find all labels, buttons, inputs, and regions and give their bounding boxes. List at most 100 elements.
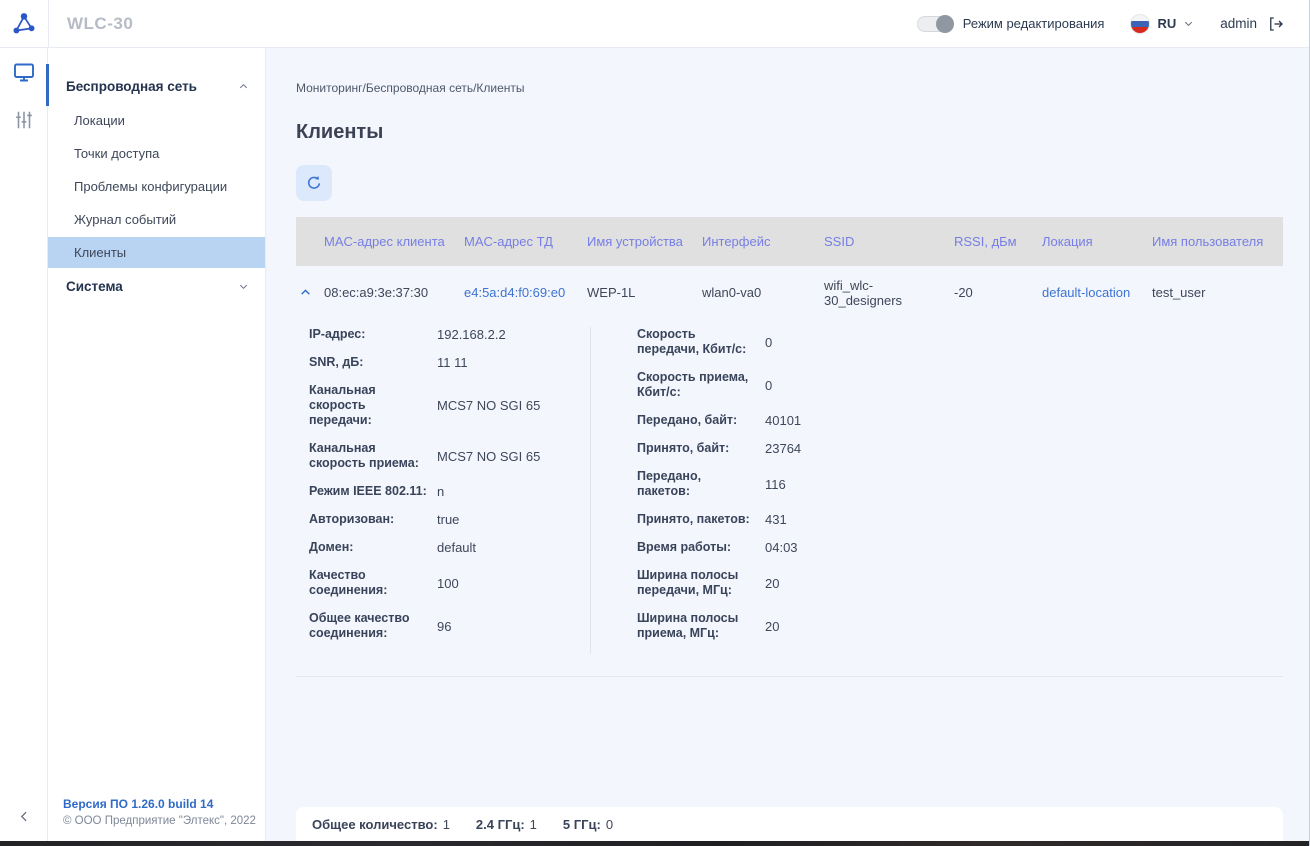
- edit-mode-toggle[interactable]: [917, 16, 953, 32]
- chevron-left-icon: [18, 810, 31, 823]
- app-logo[interactable]: [0, 0, 49, 48]
- section-label: Система: [66, 279, 123, 294]
- summary-5ghz: 5 ГГц: 0: [563, 817, 613, 832]
- detail-label: Ширина полосы приема, МГц:: [637, 611, 755, 641]
- sidebar-item-event-log[interactable]: Журнал событий: [48, 204, 265, 235]
- sidebar-item-access-points[interactable]: Точки доступа: [48, 138, 265, 169]
- cell-interface: wlan0-va0: [702, 285, 824, 300]
- col-username[interactable]: Имя пользователя: [1152, 227, 1283, 256]
- cell-location-link[interactable]: default-location: [1042, 285, 1152, 300]
- detail-ieee-mode: Режим IEEE 802.11:n: [309, 484, 590, 499]
- detail-value: 04:03: [765, 540, 798, 555]
- collapse-row-button[interactable]: [296, 286, 324, 299]
- detail-uptime: Время работы: 04:03: [637, 540, 1283, 555]
- summary-value: 1: [530, 817, 537, 832]
- detail-rx-bandwidth: Ширина полосы приема, МГц: 20: [637, 611, 1283, 641]
- detail-label: Домен:: [309, 540, 427, 555]
- client-table-row[interactable]: 08:ec:a9:3e:37:30 e4:5a:d4:f0:69:e0 WEP-…: [296, 266, 1283, 319]
- detail-ip: IP-адрес:192.168.2.2: [309, 327, 590, 342]
- edit-mode-label: Режим редактирования: [963, 16, 1105, 31]
- summary-2-4ghz: 2.4 ГГц: 1: [476, 817, 537, 832]
- app-title: WLC-30: [67, 14, 133, 34]
- sidebar-item-config-problems[interactable]: Проблемы конфигурации: [48, 171, 265, 202]
- detail-tx-bandwidth: Ширина полосы передачи, МГц: 20: [637, 568, 1283, 598]
- cell-client-mac: 08:ec:a9:3e:37:30: [324, 285, 464, 300]
- firmware-version-link[interactable]: Версия ПО 1.26.0 build 14: [63, 797, 256, 811]
- clients-summary-bar: Общее количество: 1 2.4 ГГц: 1 5 ГГц: 0: [296, 807, 1283, 841]
- language-code: RU: [1157, 16, 1176, 31]
- col-interface[interactable]: Интерфейс: [702, 227, 824, 256]
- chevron-up-icon: [238, 81, 249, 92]
- sidebar-footer: Версия ПО 1.26.0 build 14 © ООО Предприя…: [63, 797, 256, 827]
- breadcrumb: Мониторинг/Беспроводная сеть/Клиенты: [296, 81, 1283, 95]
- detail-label: Принято, байт:: [637, 441, 755, 456]
- detail-value: 40101: [765, 413, 801, 428]
- detail-label: Передано, пакетов:: [637, 469, 755, 499]
- detail-rx-channel-rate: Канальная скорость приема: MCS7 NO SGI 65: [309, 441, 590, 471]
- detail-authorized: Авторизован: true: [309, 512, 590, 527]
- language-selector[interactable]: RU: [1130, 14, 1194, 34]
- detail-link-quality: Качество соединения:100: [309, 568, 590, 598]
- detail-label: Ширина полосы передачи, МГц:: [637, 568, 755, 598]
- wlc-30-app: { "app": { "title": "WLC-30" }, "topbar"…: [0, 0, 1310, 846]
- detail-value: default: [437, 540, 476, 555]
- col-rssi[interactable]: RSSI, дБм: [954, 227, 1042, 256]
- section-label: Беспроводная сеть: [66, 79, 197, 94]
- sidebar-item-locations[interactable]: Локации: [48, 105, 265, 136]
- col-client-mac[interactable]: MAC-адрес клиента: [324, 227, 464, 256]
- detail-value: 20: [765, 619, 779, 634]
- detail-value: 20: [765, 576, 779, 591]
- detail-label: Качество соединения:: [309, 568, 427, 598]
- refresh-button[interactable]: [296, 165, 332, 201]
- detail-value: 431: [765, 512, 787, 527]
- settings-rail-item[interactable]: [0, 96, 48, 144]
- sidebar-section-wireless[interactable]: Беспроводная сеть: [48, 70, 265, 103]
- detail-tx-packets: Передано, пакетов: 116: [637, 469, 1283, 499]
- sliders-icon: [13, 109, 35, 131]
- summary-total: Общее количество: 1: [312, 817, 450, 832]
- logout-icon[interactable]: [1267, 15, 1285, 33]
- detail-value: 116: [765, 477, 786, 492]
- sidebar-item-clients[interactable]: Клиенты: [48, 237, 265, 268]
- detail-value: MCS7 NO SGI 65: [437, 398, 540, 413]
- topbar-actions: Режим редактирования RU admin: [917, 14, 1309, 34]
- detail-value: 11 11: [437, 355, 468, 370]
- cell-rssi: -20: [954, 285, 1042, 300]
- toggle-knob: [936, 15, 954, 33]
- detail-value: 0: [765, 378, 772, 393]
- clients-table-header: MAC-адрес клиента MAC-адрес ТД Имя устро…: [296, 217, 1283, 266]
- col-location[interactable]: Локация: [1042, 227, 1152, 256]
- detail-rx-rate: Скорость приема, Кбит/с: 0: [637, 370, 1283, 400]
- detail-tx-rate: Скорость передачи, Кбит/с:0: [637, 327, 1283, 357]
- edit-mode-toggle-group[interactable]: Режим редактирования: [917, 16, 1105, 32]
- detail-tx-channel-rate: Канальная скорость передачи: MCS7 NO SGI …: [309, 383, 590, 428]
- content-row: Беспроводная сеть Локации Точки доступа …: [0, 48, 1309, 841]
- chevron-down-icon: [1183, 18, 1194, 29]
- refresh-icon: [305, 174, 323, 192]
- detail-rx-packets: Принято, пакетов:431: [637, 512, 1283, 527]
- user-menu: admin: [1220, 15, 1285, 33]
- monitoring-rail-item[interactable]: [0, 48, 48, 96]
- detail-value: 0: [765, 335, 772, 350]
- detail-label: Авторизован:: [309, 512, 427, 527]
- active-section-indicator: [46, 64, 49, 106]
- detail-label: Время работы:: [637, 540, 755, 555]
- detail-label: SNR, дБ:: [309, 355, 427, 370]
- detail-value: MCS7 NO SGI 65: [437, 449, 540, 464]
- detail-value: true: [437, 512, 459, 527]
- russia-flag-icon: [1130, 14, 1150, 34]
- detail-label: Канальная скорость приема:: [309, 441, 427, 471]
- col-ap-mac[interactable]: MAC-адрес ТД: [464, 227, 587, 256]
- detail-value: 23764: [765, 441, 801, 456]
- col-device-name[interactable]: Имя устройства: [587, 227, 702, 256]
- col-ssid[interactable]: SSID: [824, 227, 954, 256]
- detail-label: Скорость приема, Кбит/с:: [637, 370, 755, 400]
- username: admin: [1220, 16, 1257, 31]
- detail-value: 96: [437, 619, 451, 634]
- details-right-column: Скорость передачи, Кбит/с:0 Скорость при…: [590, 327, 1283, 654]
- detail-label: Канальная скорость передачи:: [309, 383, 427, 428]
- sidebar-section-system[interactable]: Система: [48, 270, 265, 303]
- collapse-sidebar-button[interactable]: [0, 810, 48, 823]
- sidebar: Беспроводная сеть Локации Точки доступа …: [48, 48, 266, 841]
- cell-ap-mac-link[interactable]: e4:5a:d4:f0:69:e0: [464, 285, 587, 300]
